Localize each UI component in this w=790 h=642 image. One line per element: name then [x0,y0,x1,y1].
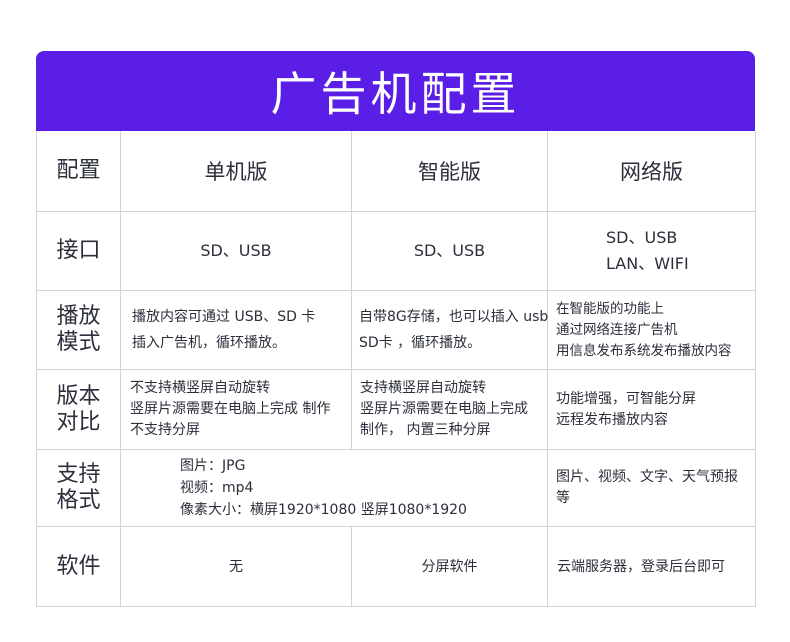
compare-standalone-line: 不支持分屏 [130,422,200,438]
header-config-cell: 配置 [37,131,121,211]
compare-smart-line: 制作， 内置三种分屏 [360,422,491,438]
row-software-label: 软件 [56,554,101,579]
row-playback-label-line: 模式 [56,330,101,355]
compare-network-line: 功能增强，可智能分屏 [556,390,696,407]
software-smart-value: 分屏软件 [421,558,478,575]
interface-smart-cell: SD、USB [352,211,548,290]
format-network-cell: 图片、视频、文字、天气预报等 [548,449,756,526]
playback-standalone-cell: 播放内容可通过 USB、SD 卡 插入广告机，循环播放。 [121,290,352,369]
header-smart-label: 智能版 [418,160,481,184]
table-header-banner: 广告机配置 [36,51,755,131]
config-table: 配置 单机版 智能版 网络版 接口 SD、USB SD、USB SD、USB L… [36,131,756,607]
row-software-label-cell: 软件 [37,526,121,607]
software-standalone-value: 无 [229,559,243,575]
compare-standalone-line: 竖屏片源需要在电脑上完成 制作 [130,401,331,417]
compare-network-line: 远程发布播放内容 [556,411,668,428]
interface-network-cell: SD、USB LAN、WIFI [548,211,756,290]
format-line: 图片：JPG [180,458,246,474]
row-compare-label: 版本 对比 [54,384,104,436]
software-standalone-cell: 无 [121,526,352,607]
playback-network-line: 在智能版的功能上 [556,300,664,317]
compare-smart-line: 支持横竖屏自动旋转 [360,380,486,396]
row-compare-label-line: 版本 [56,383,101,409]
software-network-value: 云端服务器，登录后台即可 [557,558,725,575]
playback-smart-line: 自带8G存储，也可以插入 usb [359,309,549,325]
header-network-cell: 网络版 [548,131,756,211]
playback-standalone-line: 插入广告机，循环播放。 [132,335,286,351]
format-line: 视频：mp4 [180,480,254,496]
row-format-label-line: 支持 [56,462,101,487]
playback-network-cell: 在智能版的功能上 通过网络连接广告机 用信息发布系统发布播放内容 [548,290,756,369]
row-format-label: 支持 格式 [54,462,104,514]
compare-network-cell: 功能增强，可智能分屏 远程发布播放内容 [548,369,756,449]
row-compare-label-cell: 版本 对比 [37,369,121,449]
header-config-label: 配置 [56,158,101,183]
header-network-label: 网络版 [620,160,683,184]
software-network-cell: 云端服务器，登录后台即可 [548,526,756,607]
config-table-card: 广告机配置 配置 单机版 智能版 网络版 接口 SD、USB SD、USB SD… [36,51,756,607]
row-playback-label-line: 播放 [56,304,101,329]
header-standalone-label: 单机版 [204,160,268,184]
interface-network-line: LAN、WIFI [606,254,689,273]
compare-standalone-line: 不支持横竖屏自动旋转 [130,380,270,396]
playback-smart-cell: 自带8G存储，也可以插入 usb SD卡 ，循环播放。 [352,290,548,369]
interface-network-line: SD、USB [606,228,678,247]
compare-smart-cell: 支持横竖屏自动旋转 竖屏片源需要在电脑上完成 制作， 内置三种分屏 [352,369,548,449]
row-format-label-cell: 支持 格式 [37,449,121,526]
page-title: 广告机配置 [270,67,521,121]
playback-network-line: 用信息发布系统发布播放内容 [556,342,732,359]
header-standalone-cell: 单机版 [121,131,352,211]
compare-smart-line: 竖屏片源需要在电脑上完成 [360,401,528,417]
interface-smart-value: SD、USB [413,241,486,260]
format-standalone-smart-cell: 图片：JPG 视频：mp4 像素大小：横屏1920*1080 竖屏1080*19… [121,449,548,526]
row-interface-label: 接口 [56,238,101,263]
row-compare-label-line: 对比 [56,409,101,435]
playback-standalone-line: 播放内容可通过 USB、SD 卡 [132,309,316,325]
row-interface-label-cell: 接口 [37,211,121,290]
row-format-label-line: 格式 [56,488,101,513]
playback-smart-line: SD卡 ，循环播放。 [359,335,482,351]
software-smart-cell: 分屏软件 [352,526,548,607]
compare-standalone-cell: 不支持横竖屏自动旋转 竖屏片源需要在电脑上完成 制作 不支持分屏 [121,369,352,449]
format-network-value: 图片、视频、文字、天气预报等 [556,469,738,506]
row-playback-label-cell: 播放 模式 [37,290,121,369]
format-line: 像素大小：横屏1920*1080 竖屏1080*1920 [180,502,467,518]
playback-network-line: 通过网络连接广告机 [556,321,678,338]
interface-standalone-value: SD、USB [200,241,272,260]
header-smart-cell: 智能版 [352,131,548,211]
interface-standalone-cell: SD、USB [121,211,352,290]
row-playback-label: 播放 模式 [54,304,104,356]
